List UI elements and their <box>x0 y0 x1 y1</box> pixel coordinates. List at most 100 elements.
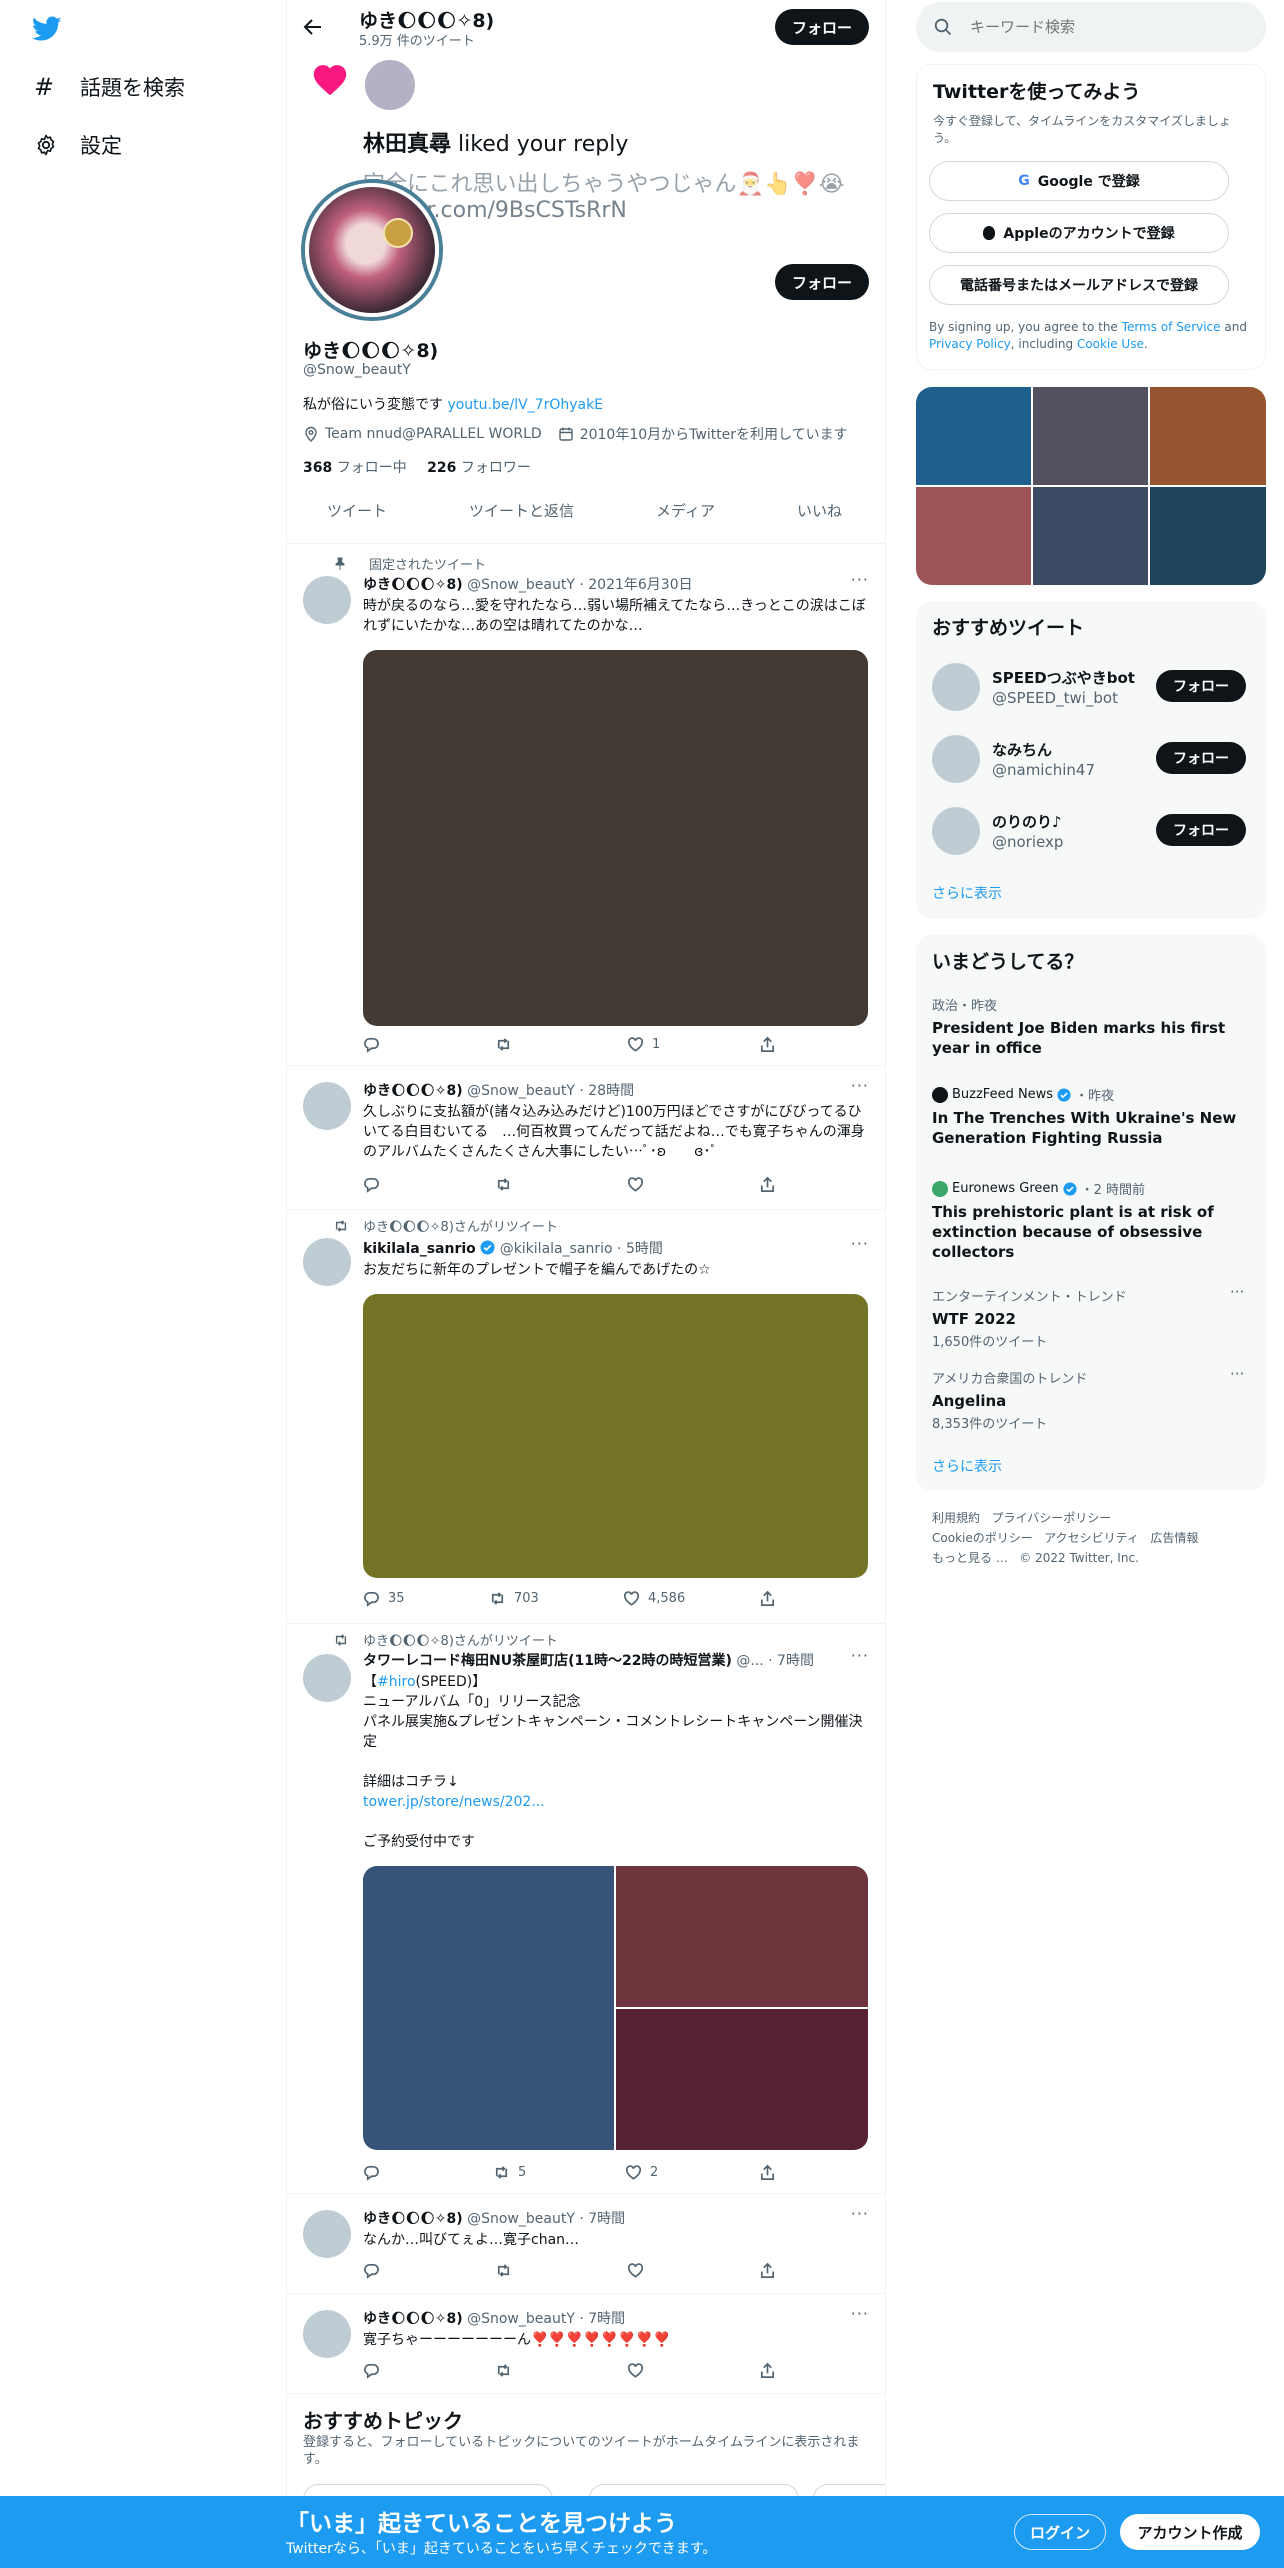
tweet-author-name[interactable]: kikilala_sanrio <box>363 1241 476 1257</box>
tweet-media[interactable] <box>363 1294 868 1578</box>
like-button[interactable] <box>627 1176 644 1193</box>
more-icon[interactable]: ··· <box>851 1234 869 1253</box>
like-button[interactable]: 2 <box>625 2164 658 2181</box>
share-button[interactable] <box>759 1590 776 1607</box>
avatar[interactable] <box>303 1238 351 1286</box>
tweet[interactable]: ゆき🌔🌔🌔✧8) @Snow_beautY · 7時間 ··· なんか…叫びてぇ… <box>287 2194 885 2294</box>
gallery-image-1[interactable] <box>363 1866 614 2150</box>
bio-link[interactable]: youtu.be/lV_7rOhyakE <box>447 397 603 413</box>
footer-ads[interactable]: 広告情報 <box>1150 1531 1198 1545</box>
media-thumb[interactable] <box>1150 387 1266 485</box>
tweet[interactable]: ゆき🌔🌔🌔✧8) @Snow_beautY · 28時間 ··· 久しぶりに支払… <box>287 1066 885 1210</box>
reply-button[interactable] <box>363 2164 380 2181</box>
reply-button[interactable]: 35 <box>363 1590 405 1607</box>
profile-follow-button[interactable]: フォロー <box>775 264 869 300</box>
tweet-time[interactable]: 2021年6月30日 <box>588 577 692 593</box>
avatar[interactable] <box>303 576 351 624</box>
header-follow-button[interactable]: フォロー <box>775 9 869 45</box>
tweet[interactable]: ゆき🌔🌔🌔✧8)さんがリツイート kikilala_sanrio @kikila… <box>287 1210 885 1624</box>
followers-stat[interactable]: 226 フォロワー <box>427 460 531 476</box>
show-more-link[interactable]: さらに表示 <box>932 883 1002 903</box>
retweet-button[interactable] <box>495 2262 512 2279</box>
gallery-image-2[interactable] <box>616 1866 868 2007</box>
retweet-button[interactable]: 703 <box>489 1590 539 1607</box>
tab-likes[interactable]: いいね <box>797 500 842 521</box>
more-icon[interactable]: ··· <box>851 2304 869 2323</box>
share-button[interactable] <box>759 1036 776 1053</box>
share-button[interactable] <box>759 1176 776 1193</box>
more-icon[interactable]: ··· <box>1230 1365 1244 1383</box>
tweet-link[interactable]: tower.jp/store/news/202... <box>363 1792 868 1812</box>
tweet-time[interactable]: 28時間 <box>588 1083 634 1099</box>
retweet-button[interactable] <box>495 1036 512 1053</box>
trend-item[interactable]: Euronews Green ・2 時間前 This prehistoric p… <box>932 1179 1242 1262</box>
like-button[interactable]: 4,586 <box>623 1590 685 1607</box>
following-stat[interactable]: 368 フォロー中 <box>303 460 407 476</box>
follow-button[interactable]: フォロー <box>1156 742 1246 774</box>
tweet-time[interactable]: 7時間 <box>777 1653 814 1669</box>
tab-tweets-replies[interactable]: ツイートと返信 <box>469 500 574 521</box>
avatar[interactable] <box>932 663 980 711</box>
trend-item[interactable]: アメリカ合衆国のトレンド Angelina 8,353件のツイート <box>932 1368 1242 1432</box>
reply-button[interactable] <box>363 1036 380 1053</box>
retweet-button[interactable] <box>495 2362 512 2379</box>
follow-suggestion[interactable]: SPEEDつぶやきbot @SPEED_twi_bot フォロー <box>916 661 1266 713</box>
share-button[interactable] <box>759 2362 776 2379</box>
phone-signup-button[interactable]: 電話番号またはメールアドレスで登録 <box>929 265 1229 305</box>
tab-media[interactable]: メディア <box>656 500 715 521</box>
apple-signup-button[interactable]: Appleのアカウントで登録 <box>929 213 1229 253</box>
tweet-author-name[interactable]: ゆき🌔🌔🌔✧8) <box>363 577 463 593</box>
media-thumb[interactable] <box>1150 487 1266 585</box>
trend-item[interactable]: エンターテインメント・トレンド WTF 2022 1,650件のツイート <box>932 1286 1242 1350</box>
more-icon[interactable]: ··· <box>851 570 869 589</box>
tweet[interactable]: ゆき🌔🌔🌔✧8)さんがリツイート タワーレコード梅田NU茶屋町店(11時〜22時… <box>287 1624 885 2194</box>
like-button[interactable]: 1 <box>627 1036 660 1053</box>
avatar[interactable] <box>303 2210 351 2258</box>
like-button[interactable] <box>627 2362 644 2379</box>
media-thumb[interactable] <box>916 487 1031 585</box>
more-icon[interactable]: ··· <box>851 1076 869 1095</box>
nav-settings[interactable]: 設定 <box>34 130 122 160</box>
privacy-link[interactable]: Privacy Policy <box>929 337 1011 351</box>
tweet-media[interactable] <box>363 650 868 1026</box>
create-account-button[interactable]: アカウント作成 <box>1120 2514 1260 2550</box>
avatar[interactable] <box>303 2310 351 2358</box>
cookie-link[interactable]: Cookie Use <box>1077 337 1144 351</box>
follow-suggestion[interactable]: のりのり♪ @noriexp フォロー <box>916 805 1266 857</box>
footer-cookie[interactable]: Cookieのポリシー <box>932 1531 1033 1545</box>
hashtag-link[interactable]: #hiro <box>377 1674 416 1690</box>
like-button[interactable] <box>627 2262 644 2279</box>
tweet-author-name[interactable]: ゆき🌔🌔🌔✧8) <box>363 2211 463 2227</box>
tweet-time[interactable]: 5時間 <box>626 1241 663 1257</box>
footer-more[interactable]: もっと見る … <box>932 1551 1008 1565</box>
trend-item[interactable]: BuzzFeed News ・昨夜 In The Trenches With U… <box>932 1085 1242 1148</box>
tweet[interactable]: ゆき🌔🌔🌔✧8) @Snow_beautY · 7時間 ··· 寛子ちゃーーーー… <box>287 2294 885 2394</box>
terms-link[interactable]: Terms of Service <box>1122 320 1221 334</box>
tweet[interactable]: 固定されたツイート ゆき🌔🌔🌔✧8) @Snow_beautY · 2021年6… <box>287 544 885 1066</box>
follow-button[interactable]: フォロー <box>1156 814 1246 846</box>
footer-terms[interactable]: 利用規約 <box>932 1511 980 1525</box>
reply-button[interactable] <box>363 2362 380 2379</box>
login-button[interactable]: ログイン <box>1014 2514 1106 2550</box>
liker-name[interactable]: 林田真尋 <box>363 132 451 157</box>
show-more-link[interactable]: さらに表示 <box>932 1456 1002 1476</box>
tweet-time[interactable]: 7時間 <box>588 2211 625 2227</box>
reply-button[interactable] <box>363 2262 380 2279</box>
more-icon[interactable]: ··· <box>851 1646 869 1665</box>
follow-suggestion[interactable]: なみちん @namichin47 フォロー <box>916 733 1266 785</box>
tweet-time[interactable]: 7時間 <box>588 2311 625 2327</box>
avatar[interactable] <box>932 735 980 783</box>
media-thumb[interactable] <box>1033 487 1148 585</box>
tweet-author-name[interactable]: ゆき🌔🌔🌔✧8) <box>363 1083 463 1099</box>
media-thumb[interactable] <box>1033 387 1148 485</box>
share-button[interactable] <box>759 2164 776 2181</box>
retweet-context-label[interactable]: ゆき🌔🌔🌔✧8)さんがリツイート <box>363 1216 558 1235</box>
trend-item[interactable]: 政治・昨夜 President Joe Biden marks his firs… <box>932 995 1242 1058</box>
footer-accessibility[interactable]: アクセシビリティ <box>1044 1531 1139 1545</box>
follow-button[interactable]: フォロー <box>1156 670 1246 702</box>
google-signup-button[interactable]: G Google で登録 <box>929 161 1229 201</box>
more-icon[interactable]: ··· <box>851 2204 869 2223</box>
tweet-author-name[interactable]: ゆき🌔🌔🌔✧8) <box>363 2311 463 2327</box>
reply-button[interactable] <box>363 1176 380 1193</box>
media-thumb[interactable] <box>916 387 1031 485</box>
